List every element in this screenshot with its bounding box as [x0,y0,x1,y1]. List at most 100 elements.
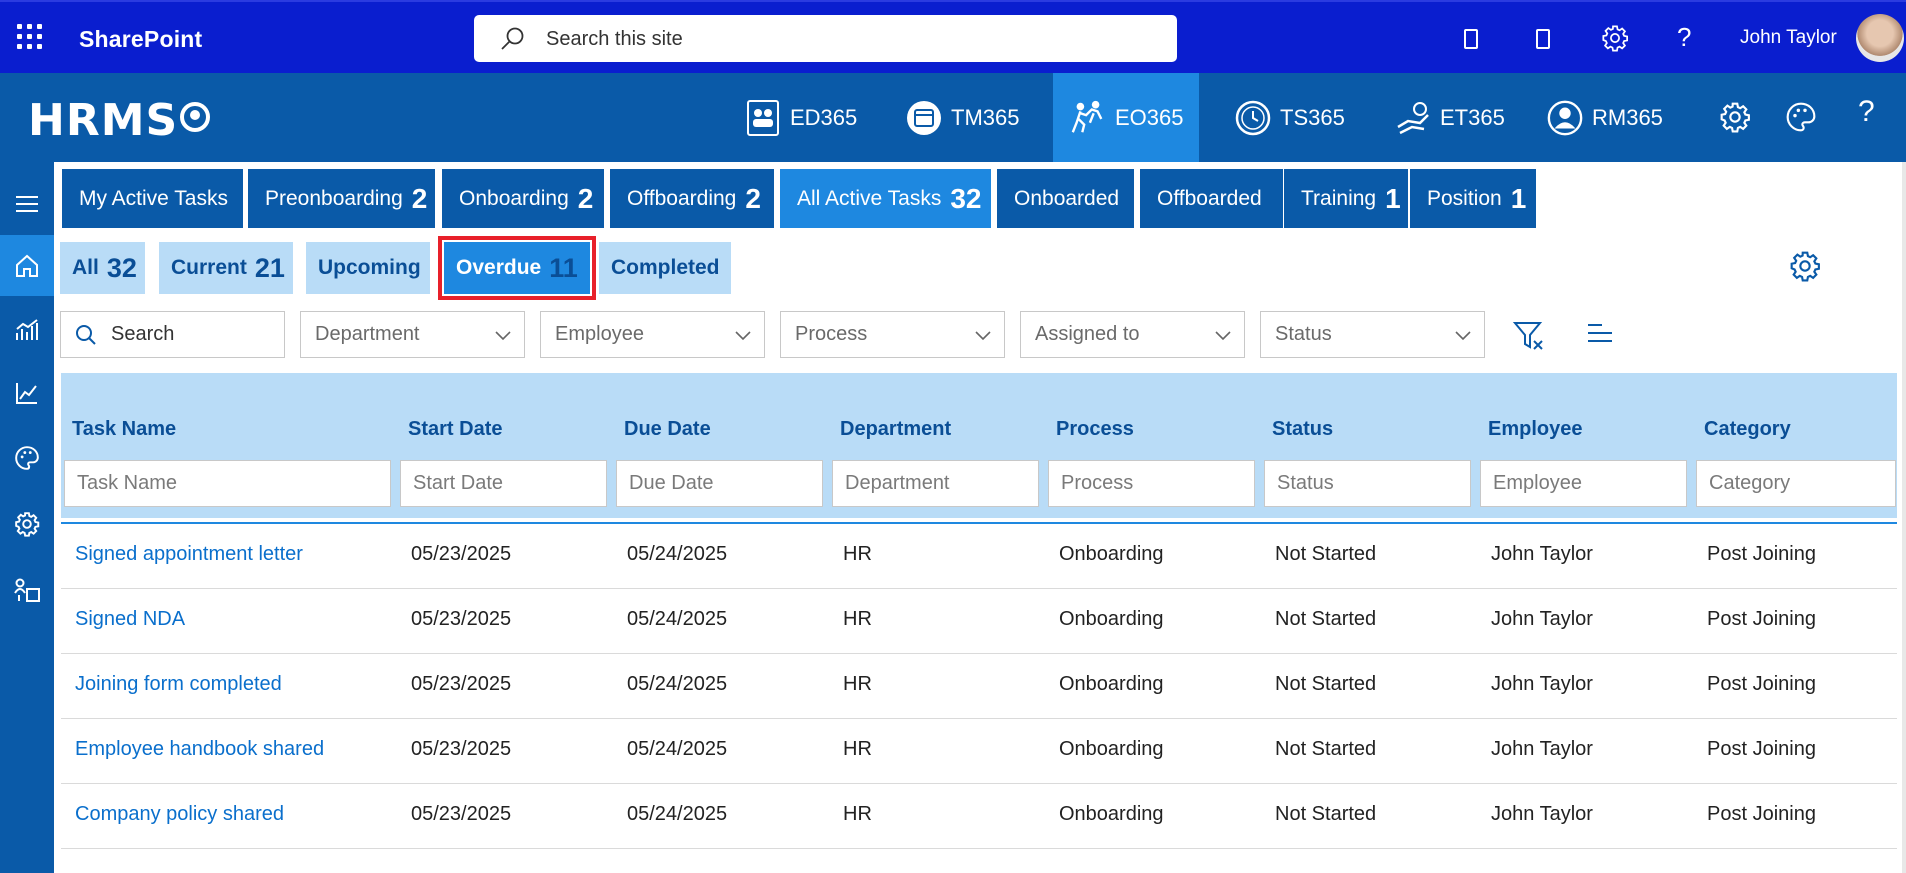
status-filter-input[interactable]: Status [1264,460,1471,507]
sharepoint-title[interactable]: SharePoint [79,26,202,53]
tab-offboarded[interactable]: Offboarded [1140,169,1283,228]
task-name-link[interactable]: Company policy shared [75,803,284,826]
employee-cell: John Taylor [1491,543,1593,565]
process-filter-input[interactable]: Process [1048,460,1255,507]
category-cell: Post Joining [1707,803,1816,825]
department-cell: HR [843,738,872,760]
tab-count: 2 [745,182,761,214]
nav-eo365[interactable]: EO365 [1053,73,1199,162]
dropdown-placeholder: Process [795,323,868,345]
column-header-department[interactable]: Department [840,418,951,441]
tab-label: Position [1427,186,1502,210]
table-row: Company policy shared 05/23/2025 05/24/2… [61,784,1897,849]
due-date-filter-input[interactable]: Due Date [616,460,823,507]
task-name-link[interactable]: Signed appointment letter [75,543,303,566]
subtab-upcoming[interactable]: Upcoming [306,242,430,294]
tab-offboarding[interactable]: Offboarding 2 [610,169,774,228]
department-cell: HR [843,543,872,565]
process-dropdown[interactable]: Process [780,311,1005,358]
start-date-cell: 05/23/2025 [411,543,512,565]
subtab-overdue[interactable]: Overdue 11 [438,236,596,300]
column-header-category[interactable]: Category [1704,418,1791,441]
column-header-employee[interactable]: Employee [1488,418,1582,441]
column-header-due-date[interactable]: Due Date [624,418,711,441]
subtab-all[interactable]: All 32 [60,242,145,294]
home-icon[interactable] [0,235,54,296]
task-name-filter-input[interactable]: Task Name [64,460,391,507]
rail-settings-icon[interactable] [0,496,54,552]
subtab-label: Current [171,256,247,279]
sort-lines-icon[interactable] [1586,321,1614,347]
table-row: Joining form completed 05/23/2025 05/24/… [61,654,1897,719]
process-cell: Onboarding [1059,608,1164,630]
due-date-cell: 05/24/2025 [627,803,728,825]
employee-dropdown[interactable]: Employee [540,311,765,358]
tab-position[interactable]: Position 1 [1410,169,1536,228]
tab-onboarded[interactable]: Onboarded [997,169,1134,228]
hamburger-menu-icon[interactable] [0,176,54,232]
column-header-process[interactable]: Process [1056,418,1134,441]
header-settings-icon[interactable] [1719,101,1751,133]
subtab-current[interactable]: Current 21 [159,242,293,294]
task-name-link[interactable]: Employee handbook shared [75,738,324,761]
palette-icon[interactable] [1785,101,1817,133]
notes-icon[interactable] [1533,26,1553,52]
employee-cell: John Taylor [1491,803,1593,825]
nav-et365[interactable]: ET365 [1378,73,1521,162]
tab-count: 1 [1385,182,1401,214]
header-help-icon[interactable]: ? [1858,95,1878,128]
tab-onboarding[interactable]: Onboarding 2 [442,169,604,228]
analytics-icon[interactable] [0,302,54,358]
suite-bar: SharePoint Search this site ? John Taylo… [0,0,1906,73]
page-scrollbar[interactable] [1902,162,1906,873]
subtab-label: All [72,256,99,279]
department-dropdown[interactable]: Department [300,311,525,358]
user-name[interactable]: John Taylor [1740,27,1837,49]
task-search-input[interactable]: Search [60,311,285,358]
chevron-down-icon [975,331,991,341]
task-name-link[interactable]: Signed NDA [75,608,185,631]
nav-ed365[interactable]: ED365 [728,73,873,162]
subtab-label: Upcoming [318,256,421,279]
user-avatar[interactable] [1856,14,1904,62]
tab-my-active-tasks[interactable]: My Active Tasks [62,169,243,228]
phone-icon[interactable] [1461,26,1481,52]
nav-ts365[interactable]: TS365 [1218,73,1361,162]
nav-label: ET365 [1440,104,1505,130]
employee-filter-input[interactable]: Employee [1480,460,1687,507]
calendar-icon [905,99,943,137]
table-row: Signed NDA 05/23/2025 05/24/2025 HR Onbo… [61,589,1897,654]
subtab-count: 32 [106,252,137,283]
task-name-link[interactable]: Joining form completed [75,673,282,696]
column-header-status[interactable]: Status [1272,418,1333,441]
onboarding-people-icon [1069,99,1107,137]
tab-training[interactable]: Training 1 [1284,169,1408,228]
nav-rm365[interactable]: RM365 [1530,73,1679,162]
tab-label: Offboarded [1157,186,1262,210]
rail-palette-icon[interactable] [0,430,54,486]
column-header-task-name[interactable]: Task Name [72,418,176,441]
clear-filter-icon[interactable] [1512,319,1546,353]
app-launcher-icon[interactable] [17,24,43,50]
app-header: HRMS ED365 TM365 EO365 TS365 ET365 RM365… [0,73,1906,162]
subtab-count: 21 [254,252,285,283]
help-icon[interactable]: ? [1677,22,1691,53]
hrms-logo[interactable]: HRMS [28,95,211,146]
category-cell: Post Joining [1707,543,1816,565]
nav-tm365[interactable]: TM365 [889,73,1035,162]
status-dropdown[interactable]: Status [1260,311,1485,358]
site-search-box[interactable]: Search this site [474,15,1177,62]
view-settings-icon[interactable] [1789,250,1821,282]
tab-all-active-tasks[interactable]: All Active Tasks 32 [780,169,991,228]
trend-chart-icon[interactable] [0,365,54,421]
subtab-completed[interactable]: Completed [599,242,731,294]
start-date-filter-input[interactable]: Start Date [400,460,607,507]
logo-person-icon [180,102,211,132]
assigned-to-dropdown[interactable]: Assigned to [1020,311,1245,358]
settings-gear-icon[interactable] [1601,24,1629,52]
department-filter-input[interactable]: Department [832,460,1039,507]
org-chart-icon[interactable] [0,562,54,618]
tab-preonboarding[interactable]: Preonboarding 2 [248,169,435,228]
column-header-start-date[interactable]: Start Date [408,418,502,441]
category-filter-input[interactable]: Category [1696,460,1896,507]
